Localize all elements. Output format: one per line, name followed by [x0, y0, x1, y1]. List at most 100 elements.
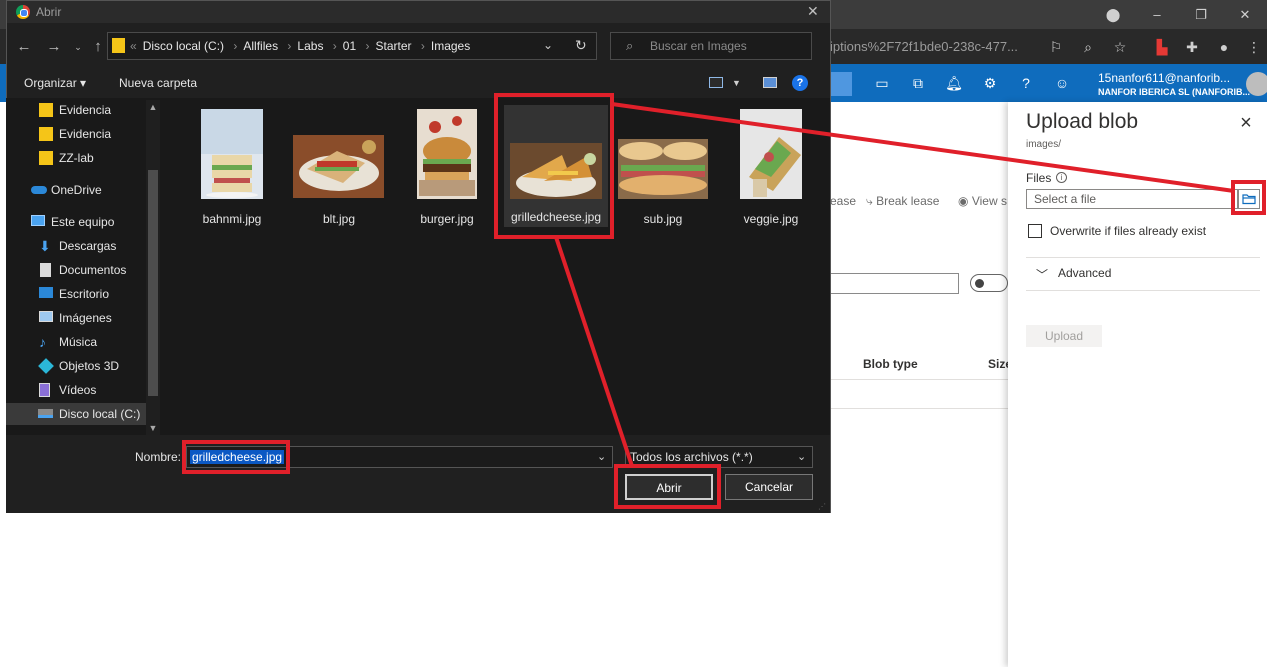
- organize-menu[interactable]: Organizar ▾: [24, 76, 86, 90]
- cloud-shell-icon[interactable]: ▭: [872, 73, 892, 93]
- view-options-icon[interactable]: [709, 77, 723, 88]
- nav-item-este-equipo[interactable]: Este equipo: [6, 211, 146, 233]
- nav-item-musica[interactable]: ♪ Música: [6, 331, 146, 353]
- file-select-input[interactable]: Select a file: [1026, 189, 1238, 209]
- forward-arrow-icon[interactable]: →: [44, 37, 64, 57]
- break-lease-button[interactable]: ⤷ Break lease: [866, 194, 939, 209]
- breadcrumb[interactable]: «Disco local (C:) › Allfiles › Labs › 01 › S…: [130, 39, 470, 53]
- settings-gear-icon[interactable]: ⚙: [980, 73, 1000, 93]
- user-organization[interactable]: NANFOR IBERICA SL (NANFORIB...: [1098, 87, 1250, 97]
- cloud-icon: [31, 186, 47, 194]
- break-lease-label: Break lease: [876, 194, 940, 208]
- chevron-down-icon[interactable]: ⌄: [797, 450, 806, 463]
- nav-item-evidencia[interactable]: Evidencia: [6, 99, 146, 121]
- nav-item-escritorio[interactable]: Escritorio: [6, 283, 146, 305]
- nav-item-zz-lab[interactable]: ZZ-lab: [6, 147, 146, 169]
- back-arrow-icon[interactable]: ←: [14, 37, 34, 57]
- info-icon[interactable]: i: [1056, 172, 1067, 183]
- browser-menu-icon[interactable]: ⋮: [1244, 37, 1264, 57]
- user-email[interactable]: 15nanfor611@nanforib...: [1098, 71, 1230, 85]
- crumb-labs[interactable]: Labs: [297, 39, 323, 53]
- crumb-images[interactable]: Images: [431, 39, 470, 53]
- refresh-icon[interactable]: ↻: [575, 37, 587, 54]
- up-arrow-icon[interactable]: ↑: [88, 37, 108, 57]
- zoom-icon[interactable]: ⌕: [1078, 37, 1098, 57]
- file-tile-burger[interactable]: burger.jpg: [395, 107, 499, 229]
- close-icon[interactable]: ×: [1236, 113, 1256, 133]
- new-folder-button[interactable]: Nueva carpeta: [119, 76, 197, 90]
- minimize-icon[interactable]: –: [1135, 7, 1179, 22]
- user-avatar[interactable]: [1246, 72, 1267, 96]
- advanced-divider-bottom: [1026, 290, 1260, 291]
- sub-thumbnail: [618, 139, 708, 199]
- files-label: Files: [1026, 171, 1052, 185]
- video-icon: [39, 383, 50, 397]
- view-snapshots-button[interactable]: ◉ View s: [958, 194, 1007, 208]
- file-tile-sub[interactable]: sub.jpg: [611, 107, 715, 229]
- scroll-up-icon[interactable]: ▲: [148, 102, 158, 112]
- resize-grip-icon[interactable]: ⋰: [818, 502, 826, 511]
- restore-icon[interactable]: ❐: [1179, 7, 1223, 23]
- crumb-allfiles[interactable]: Allfiles: [243, 39, 278, 53]
- view-dropdown-chevron-icon[interactable]: ▼: [732, 78, 741, 88]
- advanced-section-toggle[interactable]: Advanced: [1058, 266, 1111, 280]
- nav-item-onedrive[interactable]: OneDrive: [6, 179, 146, 201]
- help-icon[interactable]: ?: [1016, 73, 1036, 93]
- azure-search-box[interactable]: [828, 72, 852, 96]
- veggie-thumbnail: [740, 109, 802, 199]
- file-tile-veggie[interactable]: veggie.jpg: [719, 107, 823, 229]
- file-tile-bahnmi[interactable]: bahnmi.jpg: [180, 107, 284, 229]
- column-blob-type[interactable]: Blob type: [863, 357, 918, 371]
- feedback-icon[interactable]: ☺: [1052, 73, 1072, 93]
- file-tile-grilledcheese[interactable]: grilledcheese.jpg: [504, 105, 608, 227]
- preview-pane-icon[interactable]: [763, 77, 777, 88]
- dialog-close-icon[interactable]: ✕: [807, 3, 819, 20]
- file-name: sub.jpg: [643, 212, 683, 226]
- chevron-down-icon[interactable]: ﹀: [1036, 266, 1048, 283]
- cancel-button[interactable]: Cancelar: [725, 474, 813, 500]
- file-tile-blt[interactable]: blt.jpg: [287, 107, 391, 229]
- address-url[interactable]: iptions%2F72f1bde0-238c-477...: [830, 36, 1040, 58]
- upload-button[interactable]: Upload: [1026, 325, 1102, 347]
- chrome-logo-icon: [16, 5, 30, 19]
- desktop-icon: [39, 287, 53, 298]
- panel-title: Upload blob: [1026, 110, 1139, 133]
- open-button[interactable]: Abrir: [625, 474, 713, 500]
- nav-item-descargas[interactable]: ⬇ Descargas: [6, 235, 146, 257]
- crumb-starter[interactable]: Starter: [376, 39, 412, 53]
- close-window-icon[interactable]: ✕: [1223, 7, 1267, 23]
- translate-icon[interactable]: ⚐: [1046, 37, 1066, 57]
- nav-item-evidencia-2[interactable]: Evidencia: [6, 123, 146, 145]
- directory-filter-icon[interactable]: ⧉: [908, 73, 928, 93]
- nav-item-documentos[interactable]: Documentos: [6, 259, 146, 281]
- pdf-extension-icon[interactable]: ▙: [1152, 37, 1172, 57]
- nav-item-disco-local[interactable]: Disco local (C:): [6, 403, 146, 425]
- lease-action-partial[interactable]: ease: [830, 194, 856, 208]
- extensions-icon[interactable]: ✚: [1182, 37, 1202, 57]
- bookmark-star-icon[interactable]: ☆: [1110, 37, 1130, 57]
- overwrite-label[interactable]: Overwrite if files already exist: [1050, 224, 1206, 238]
- browse-files-button[interactable]: [1238, 189, 1260, 209]
- profile-menu-icon[interactable]: ⬤: [1091, 7, 1135, 23]
- overwrite-checkbox[interactable]: [1028, 224, 1042, 238]
- crumb-drive[interactable]: Disco local (C:): [143, 39, 224, 53]
- show-deleted-toggle[interactable]: [970, 274, 1008, 292]
- help-icon[interactable]: ?: [792, 75, 808, 91]
- nav-item-objetos-3d[interactable]: Objetos 3D: [6, 355, 146, 377]
- file-type-select[interactable]: Todos los archivos (*.*): [625, 446, 813, 468]
- recent-locations-chevron-icon[interactable]: ⌄: [68, 37, 88, 57]
- nav-item-imagenes[interactable]: Imágenes: [6, 307, 146, 329]
- blob-search-input[interactable]: [830, 273, 959, 294]
- file-name-value[interactable]: grilledcheese.jpg: [190, 450, 285, 464]
- table-header-divider: [830, 379, 1008, 380]
- crumb-01[interactable]: 01: [343, 39, 356, 53]
- chevron-down-icon[interactable]: ⌄: [543, 38, 553, 52]
- search-placeholder: Buscar en Images: [650, 39, 747, 53]
- nav-scrollbar-thumb[interactable]: [148, 170, 158, 396]
- nav-item-videos[interactable]: Vídeos: [6, 379, 146, 401]
- file-name-label: Nombre:: [135, 450, 182, 464]
- scroll-down-icon[interactable]: ▼: [148, 423, 158, 433]
- chevron-down-icon[interactable]: ⌄: [597, 450, 606, 463]
- notifications-icon[interactable]: 🔔︎: [944, 73, 964, 93]
- profile-avatar-icon[interactable]: ●: [1214, 37, 1234, 57]
